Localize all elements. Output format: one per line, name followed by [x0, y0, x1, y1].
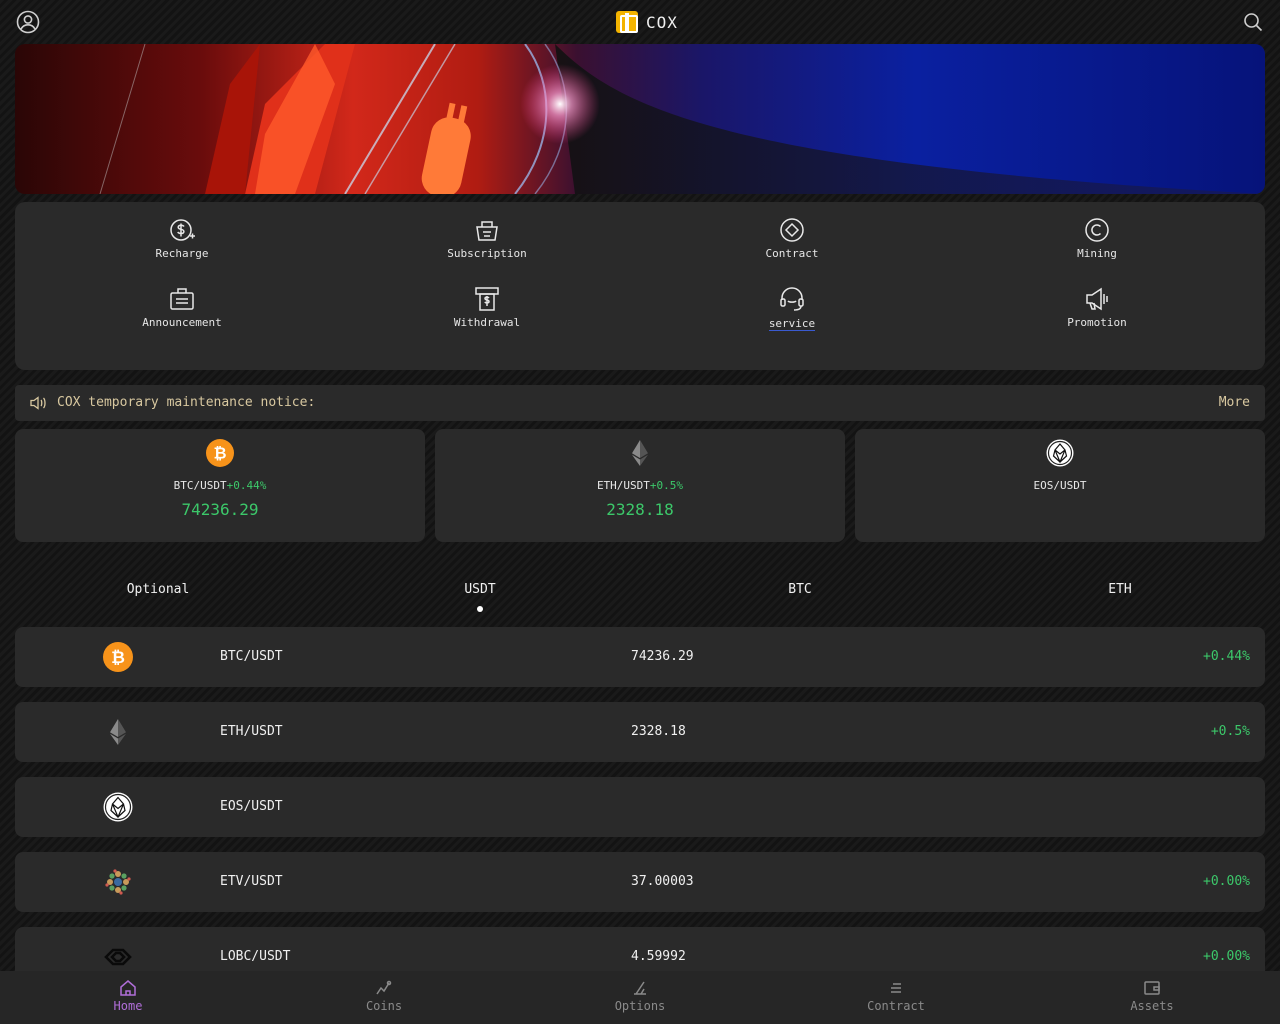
- row-pair: BTC/USDT: [220, 649, 283, 664]
- diamond-circle-icon: [780, 218, 804, 242]
- row-change: +0.5%: [1210, 724, 1250, 739]
- brand: COX: [616, 11, 678, 33]
- bitcoin-icon: ₿: [206, 439, 234, 467]
- nav-coins[interactable]: Coins: [334, 979, 434, 1013]
- row-pair: LOBC/USDT: [220, 949, 291, 964]
- search-icon[interactable]: [1243, 12, 1263, 32]
- options-icon: [634, 981, 646, 995]
- notice-text: COX temporary maintenance notice:: [57, 395, 316, 410]
- ticker-card-btc[interactable]: ₿ BTC/USDT+0.44% 74236.29: [15, 429, 425, 542]
- ethereum-icon: [110, 719, 126, 745]
- notice-more-link[interactable]: More: [1219, 395, 1250, 410]
- menu-label-recharge: Recharge: [155, 247, 209, 260]
- svg-text:₿: ₿: [111, 648, 125, 668]
- brand-logo-icon: [616, 11, 638, 33]
- quick-menu-panel: Recharge Subscription Contract Mining An…: [15, 202, 1265, 370]
- menu-withdrawal[interactable]: Withdrawal: [417, 286, 557, 346]
- ticker-change: +0.44%: [226, 479, 267, 492]
- etv-icon: [105, 869, 131, 895]
- nav-home[interactable]: Home: [78, 979, 178, 1013]
- eos-icon: [103, 792, 133, 822]
- row-change: +0.00%: [1203, 949, 1250, 964]
- row-change: +0.44%: [1203, 649, 1250, 664]
- copyright-circle-icon: [1085, 218, 1109, 242]
- headset-icon: [780, 287, 804, 311]
- row-price: 4.59992: [631, 949, 686, 964]
- menu-label-service: service: [768, 317, 816, 331]
- market-row-eos[interactable]: EOS/USDT: [15, 777, 1265, 837]
- ticker-change: +0.5%: [649, 479, 684, 492]
- tab-usdt[interactable]: USDT: [464, 582, 495, 597]
- menu-label-mining: Mining: [1077, 247, 1117, 260]
- ticker-pair: EOS/USDT: [1033, 479, 1087, 492]
- ticker-card-eos[interactable]: EOS/USDT: [855, 429, 1265, 542]
- ticker-pair: BTC/USDT+0.44%: [173, 479, 267, 492]
- bitcoin-icon: ₿: [103, 642, 133, 672]
- nav-label-contract: Contract: [867, 999, 925, 1013]
- dollar-plus-icon: [170, 219, 195, 241]
- row-price: 37.00003: [631, 874, 694, 889]
- menu-mining[interactable]: Mining: [1027, 217, 1167, 277]
- menu-contract[interactable]: Contract: [722, 217, 862, 277]
- active-tab-indicator: [477, 606, 483, 612]
- nav-label-options: Options: [614, 999, 666, 1013]
- wallet-icon: [1144, 981, 1160, 995]
- ticker-price: 74236.29: [181, 500, 259, 519]
- ethereum-icon: [632, 440, 648, 466]
- row-change: +0.00%: [1203, 874, 1250, 889]
- menu-label-promotion: Promotion: [1067, 316, 1127, 329]
- home-icon: [120, 980, 136, 996]
- megaphone-icon: [1086, 287, 1108, 311]
- menu-service[interactable]: service: [722, 286, 862, 346]
- tab-btc[interactable]: BTC: [788, 582, 811, 597]
- eos-icon: [1046, 439, 1074, 467]
- row-price: 74236.29: [631, 649, 694, 664]
- nav-options[interactable]: Options: [590, 979, 690, 1013]
- market-row-etv[interactable]: ETV/USDT 37.00003 +0.00%: [15, 852, 1265, 912]
- coins-icon: [376, 980, 392, 995]
- tab-eth[interactable]: ETH: [1108, 582, 1131, 597]
- ticker-pair: ETH/USDT+0.5%: [596, 479, 684, 492]
- ticker-price: 2328.18: [606, 500, 674, 519]
- user-profile-icon[interactable]: [16, 10, 40, 34]
- svg-text:₿: ₿: [213, 444, 226, 463]
- brand-name: COX: [646, 12, 678, 32]
- row-pair: ETH/USDT: [220, 724, 283, 739]
- menu-recharge[interactable]: Recharge: [112, 217, 252, 277]
- nav-label-assets: Assets: [1130, 999, 1174, 1013]
- speaker-icon: [30, 396, 46, 410]
- top-bar: COX: [0, 0, 1280, 44]
- basket-icon: [476, 221, 498, 241]
- cash-withdraw-icon: [475, 287, 499, 311]
- row-pair: EOS/USDT: [220, 799, 283, 814]
- ticker-card-eth[interactable]: ETH/USDT+0.5% 2328.18: [435, 429, 845, 542]
- banner-artwork: [99, 44, 1265, 194]
- lobc-icon: [104, 948, 132, 966]
- menu-announcement[interactable]: Announcement: [112, 286, 252, 346]
- menu-label-subscription: Subscription: [447, 247, 527, 260]
- tab-optional[interactable]: Optional: [127, 582, 190, 597]
- market-row-eth[interactable]: ETH/USDT 2328.18 +0.5%: [15, 702, 1265, 762]
- row-price: 2328.18: [631, 724, 686, 739]
- bottom-navigation: Home Coins Options Contract Assets: [0, 971, 1280, 1024]
- briefcase-icon: [170, 288, 194, 310]
- notice-bar[interactable]: COX temporary maintenance notice: More: [15, 385, 1265, 421]
- row-pair: ETV/USDT: [220, 874, 283, 889]
- contract-icon: [891, 983, 901, 993]
- market-tabs: Optional USDT BTC ETH: [0, 578, 1280, 618]
- nav-contract[interactable]: Contract: [846, 979, 946, 1013]
- menu-label-withdrawal: Withdrawal: [453, 316, 521, 329]
- nav-assets[interactable]: Assets: [1102, 979, 1202, 1013]
- menu-label-contract: Contract: [765, 247, 819, 260]
- menu-promotion[interactable]: Promotion: [1027, 286, 1167, 346]
- menu-label-announcement: Announcement: [142, 316, 222, 329]
- menu-subscription[interactable]: Subscription: [417, 217, 557, 277]
- promo-banner[interactable]: [15, 44, 1265, 194]
- nav-label-coins: Coins: [365, 999, 403, 1013]
- nav-label-home: Home: [113, 999, 143, 1013]
- market-row-btc[interactable]: ₿ BTC/USDT 74236.29 +0.44%: [15, 627, 1265, 687]
